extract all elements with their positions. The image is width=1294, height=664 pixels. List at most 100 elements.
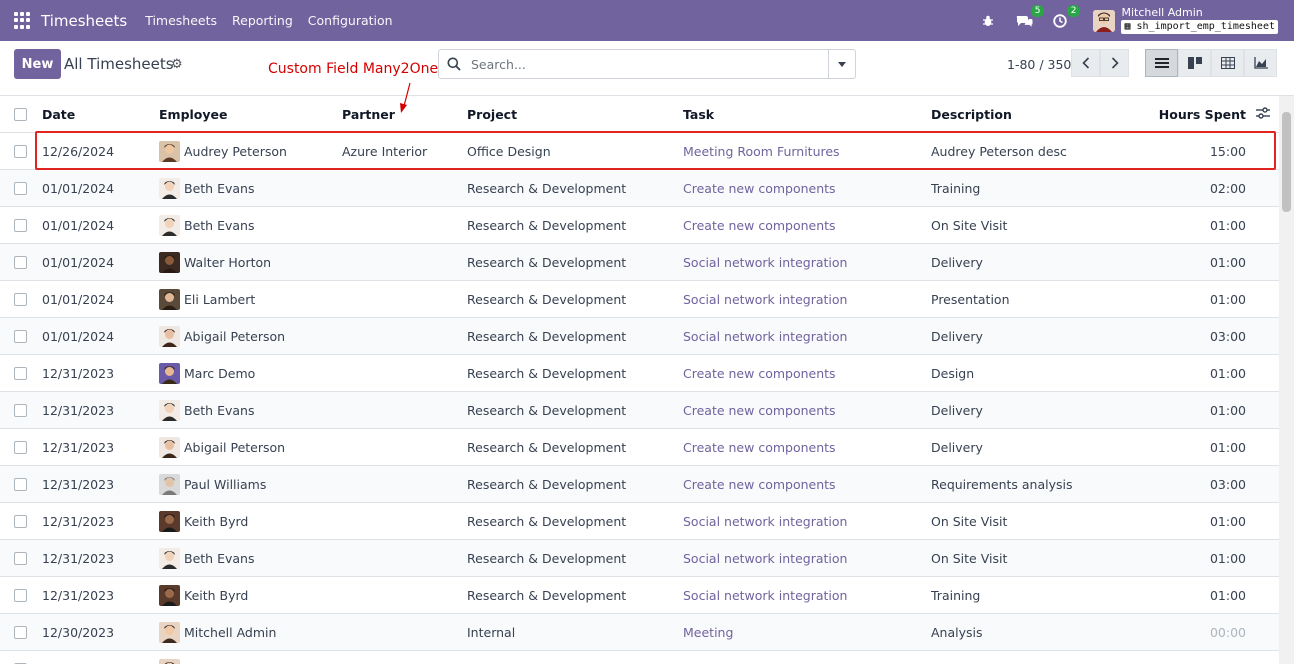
row-checkbox[interactable] <box>14 589 27 602</box>
table-row[interactable]: 01/01/2024 Research & Development Delivery… <box>0 318 1279 355</box>
row-checkbox[interactable] <box>14 367 27 380</box>
column-header-employee[interactable]: Employee <box>159 96 228 133</box>
cell-employee[interactable]: Abigail Peterson <box>159 318 285 355</box>
cell-partner: Azure Interior <box>342 144 428 159</box>
user-avatar[interactable] <box>1093 9 1116 32</box>
activity-clock-icon[interactable]: 2 <box>1049 4 1081 32</box>
search-options-toggle[interactable] <box>828 50 855 78</box>
cell-description: Design <box>931 366 975 381</box>
cell-employee[interactable]: Beth Evans <box>159 207 254 244</box>
cell-employee[interactable]: Marc Demo <box>159 355 255 392</box>
new-button[interactable]: New <box>14 49 61 79</box>
cell-employee[interactable]: Mitchell Admin <box>159 651 276 664</box>
menu-timesheets[interactable]: Timesheets <box>145 13 217 28</box>
cell-task-link[interactable]: Training <box>683 651 732 664</box>
cell-employee[interactable]: Beth Evans <box>159 170 254 207</box>
scrollbar-thumb[interactable] <box>1282 112 1291 212</box>
table-row[interactable]: 12/31/2023 Research & Development On Site … <box>0 540 1279 577</box>
messages-icon[interactable]: 5 <box>1013 4 1045 32</box>
pager-next-button[interactable] <box>1100 49 1129 77</box>
pager-previous-button[interactable] <box>1071 49 1100 77</box>
app-menu-icon[interactable] <box>14 11 32 30</box>
cell-task-link[interactable]: Meeting <box>683 614 733 651</box>
kanban-view-button[interactable] <box>1178 49 1211 77</box>
table-row[interactable]: 12/31/2023 Research & Development Delivery… <box>0 392 1279 429</box>
column-header-project[interactable]: Project <box>467 96 517 133</box>
search-input[interactable] <box>469 51 828 77</box>
table-row[interactable]: 12/31/2023 Research & Development Training… <box>0 577 1279 614</box>
cell-task-link[interactable]: Social network integration <box>683 318 847 355</box>
page-title: All Timesheets <box>64 55 174 73</box>
bug-icon[interactable] <box>977 10 999 32</box>
cell-task-link[interactable]: Create new components <box>683 392 836 429</box>
cell-task-link[interactable]: Create new components <box>683 429 836 466</box>
select-all-checkbox[interactable] <box>14 108 27 121</box>
employee-avatar <box>159 326 180 347</box>
menu-reporting[interactable]: Reporting <box>232 13 293 28</box>
table-row[interactable]: 01/01/2024 Research & Development Presenta… <box>0 281 1279 318</box>
column-header-date[interactable]: Date <box>42 96 75 133</box>
menu-configuration[interactable]: Configuration <box>308 13 393 28</box>
grid-view-button[interactable] <box>1211 49 1244 77</box>
column-header-description[interactable]: Description <box>931 96 1012 133</box>
cell-employee[interactable]: Paul Williams <box>159 466 266 503</box>
cell-task-link[interactable]: Create new components <box>683 466 836 503</box>
cell-task-link[interactable]: Create new components <box>683 170 836 207</box>
row-checkbox[interactable] <box>14 404 27 417</box>
cell-task-link[interactable]: Social network integration <box>683 540 847 577</box>
table-row[interactable]: 12/31/2023 Research & Development Design Ma… <box>0 355 1279 392</box>
row-checkbox[interactable] <box>14 552 27 565</box>
column-header-partner[interactable]: Partner <box>342 96 395 133</box>
row-checkbox[interactable] <box>14 219 27 232</box>
row-checkbox[interactable] <box>14 626 27 639</box>
row-checkbox[interactable] <box>14 293 27 306</box>
row-checkbox[interactable] <box>14 256 27 269</box>
cell-task-link[interactable]: Create new components <box>683 355 836 392</box>
cell-employee[interactable]: Beth Evans <box>159 540 254 577</box>
cell-task-link[interactable]: Meeting Room Furnitures <box>683 133 840 170</box>
app-brand[interactable]: Timesheets <box>41 12 127 30</box>
list-view-button[interactable] <box>1145 49 1178 77</box>
cell-task-link[interactable]: Social network integration <box>683 244 847 281</box>
table-row[interactable]: 12/31/2023 Research & Development Delivery… <box>0 429 1279 466</box>
cell-employee[interactable]: Abigail Peterson <box>159 429 285 466</box>
cell-task-link[interactable]: Create new components <box>683 207 836 244</box>
table-row[interactable]: 01/01/2024 Research & Development On Site … <box>0 207 1279 244</box>
table-row[interactable]: 12/30/2023 Internal Analysis Mitchell Admin… <box>0 614 1279 651</box>
cell-employee[interactable]: Beth Evans <box>159 392 254 429</box>
gear-icon[interactable]: ⚙ <box>171 57 183 72</box>
row-checkbox[interactable] <box>14 145 27 158</box>
column-header-task[interactable]: Task <box>683 96 714 133</box>
cell-task-link[interactable]: Social network integration <box>683 281 847 318</box>
row-checkbox[interactable] <box>14 441 27 454</box>
table-row[interactable]: 01/01/2024 Research & Development Training… <box>0 170 1279 207</box>
cell-date: 01/01/2024 <box>42 329 115 344</box>
cell-date: 12/31/2023 <box>42 514 115 529</box>
table-row[interactable]: 12/31/2023 Research & Development On Site … <box>0 503 1279 540</box>
cell-employee[interactable]: Keith Byrd <box>159 503 248 540</box>
cell-employee[interactable]: Eli Lambert <box>159 281 255 318</box>
table-row[interactable]: 12/26/2024 Azure Interior Office Design Aud… <box>0 133 1279 170</box>
row-checkbox[interactable] <box>14 182 27 195</box>
user-name[interactable]: Mitchell Admin <box>1121 7 1278 19</box>
row-checkbox[interactable] <box>14 330 27 343</box>
table-row[interactable]: 12/31/2023 Research & Development Requirem… <box>0 466 1279 503</box>
graph-view-button[interactable] <box>1244 49 1277 77</box>
table-row[interactable]: 12/30/2023 Internal Analysis Mitchell Admin… <box>0 651 1279 664</box>
cell-task-link[interactable]: Social network integration <box>683 503 847 540</box>
cell-date: 12/31/2023 <box>42 477 115 492</box>
row-checkbox[interactable] <box>14 515 27 528</box>
pager-value[interactable]: 1-80 / 350 <box>1007 57 1071 72</box>
optional-columns-icon[interactable] <box>1256 107 1270 119</box>
employee-avatar <box>159 141 180 162</box>
cell-employee[interactable]: Audrey Peterson <box>159 133 287 170</box>
column-header-hours[interactable]: Hours Spent <box>1159 96 1246 133</box>
row-checkbox[interactable] <box>14 478 27 491</box>
table-row[interactable]: 01/01/2024 Research & Development Delivery… <box>0 244 1279 281</box>
employee-name: Audrey Peterson <box>184 144 287 159</box>
cell-project: Internal <box>467 625 516 640</box>
cell-employee[interactable]: Keith Byrd <box>159 577 248 614</box>
cell-employee[interactable]: Walter Horton <box>159 244 271 281</box>
cell-employee[interactable]: Mitchell Admin <box>159 614 276 651</box>
cell-task-link[interactable]: Social network integration <box>683 577 847 614</box>
